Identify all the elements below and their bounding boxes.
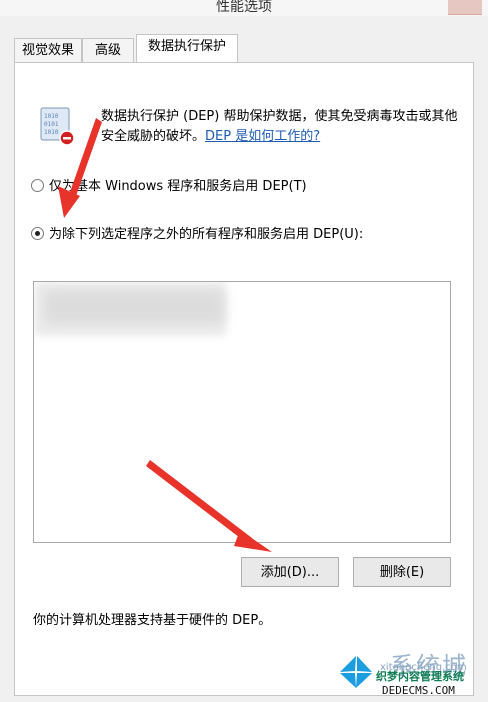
- close-button[interactable]: [448, 0, 482, 15]
- svg-text:1010: 1010: [44, 113, 59, 120]
- hardware-dep-status: 你的计算机处理器支持基于硬件的 DEP。: [33, 613, 272, 628]
- add-button-label: 添加(D)...: [260, 565, 320, 580]
- tab-dep-label: 数据执行保护: [147, 39, 226, 54]
- list-item-blurred-text: [44, 290, 224, 324]
- window-title: 性能选项: [216, 0, 272, 15]
- tab-visual-effects[interactable]: 视觉效果: [14, 38, 82, 62]
- tab-advanced[interactable]: 高级: [82, 38, 134, 62]
- dep-help-link[interactable]: DEP 是如何工作的?: [205, 129, 320, 144]
- remove-button[interactable]: 删除(E): [353, 557, 451, 587]
- radio-essential-only[interactable]: 仅为基本 Windows 程序和服务启用 DEP(T): [31, 179, 307, 195]
- radio-essential-only-label: 仅为基本 Windows 程序和服务启用 DEP(T): [49, 179, 307, 194]
- radio-all-except[interactable]: 为除下列选定程序之外的所有程序和服务启用 DEP(U):: [31, 227, 363, 243]
- tab-visual-effects-label: 视觉效果: [21, 43, 74, 58]
- radio-all-except-label: 为除下列选定程序之外的所有程序和服务启用 DEP(U):: [49, 227, 364, 242]
- excluded-programs-list[interactable]: [33, 281, 451, 543]
- remove-button-label: 删除(E): [379, 565, 425, 580]
- radio-essential-only-circle[interactable]: [31, 179, 44, 192]
- dep-tab-panel: 1010 0101 1010 数据执行保护 (DEP) 帮助保护数据，使其免受病…: [14, 62, 474, 696]
- svg-text:1010: 1010: [44, 129, 59, 136]
- windows-logo-icon: [338, 654, 374, 690]
- add-button[interactable]: 添加(D)...: [241, 557, 339, 587]
- title-bar: 性能选项: [0, 0, 488, 16]
- tab-dep[interactable]: 数据执行保护: [136, 34, 238, 62]
- dep-shield-document-icon: 1010 0101 1010: [40, 107, 75, 146]
- dep-description: 数据执行保护 (DEP) 帮助保护数据，使其免受病毒攻击或其他安全威胁的破坏。D…: [101, 107, 461, 147]
- watermark-site-name: 织梦内容管理系统: [376, 670, 464, 683]
- radio-all-except-circle[interactable]: [31, 227, 44, 240]
- svg-text:0101: 0101: [44, 121, 59, 128]
- watermark-site-url: DEDECMS.COM: [382, 684, 455, 697]
- tab-advanced-label: 高级: [94, 43, 121, 58]
- watermark: 系统城 xitongcheng.com 织梦内容管理系统 DEDECMS.COM: [330, 640, 488, 702]
- performance-options-window: 性能选项 视觉效果 高级 数据执行保护 1010 0101 1010 数据执行保…: [0, 0, 488, 702]
